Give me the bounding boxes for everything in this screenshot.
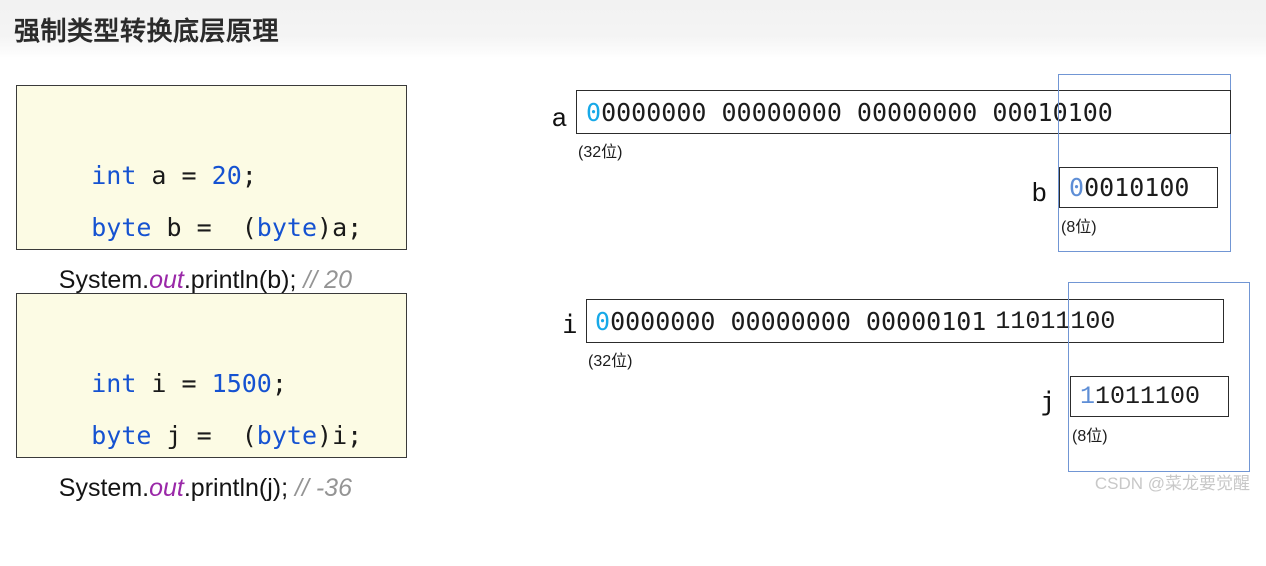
bits-box-j-8: 11011100 (1070, 376, 1229, 417)
bits-box-a-32: 00000000 00000000 00000000 00010100 (576, 90, 1231, 134)
code-token-number: 1500 (211, 369, 272, 398)
highlight-bit: 0 (1069, 173, 1085, 202)
code-line: int a = 20; (31, 98, 392, 190)
code-token-text: ; (271, 369, 287, 398)
bits-box-i-32: 00000000 00000000 00000101 11011100 (586, 299, 1224, 343)
variable-label-b: b (1032, 177, 1047, 207)
bits-rest: 1011100 (1095, 382, 1201, 411)
code-token-text: .println(j); (183, 474, 295, 502)
bit-width-note-j: (8位) (1072, 428, 1108, 445)
code-token-text: System. (58, 266, 150, 294)
bit-width-note-i: (32位) (588, 353, 633, 370)
bits-rest: 0000000 00000000 00000000 00010100 (601, 97, 1113, 127)
code-token-number: 20 (211, 161, 242, 190)
bits-rest: 0010100 (1084, 173, 1190, 202)
bits-value-b: 00010100 (1069, 175, 1189, 200)
highlight-bit: 1 (1080, 382, 1096, 411)
variable-label-a: a (552, 102, 567, 132)
watermark: CSDN @菜龙要觉醒 (1094, 474, 1250, 493)
code-token-text: System. (58, 474, 150, 502)
code-token-keyword: byte (91, 421, 152, 450)
code-line: int i = 1500; (31, 306, 392, 398)
byte-boundary-divider (1068, 299, 1069, 343)
code-token-comment: // 20 (303, 266, 352, 294)
code-token-text: a = (136, 161, 212, 190)
bit-width-note-a: (32位) (578, 144, 623, 161)
highlight-bit: 0 (586, 97, 602, 127)
bits-value-i-groups: 00000000 00000000 00000101 (595, 309, 986, 334)
bit-diagram-int-to-byte-1500: i 00000000 00000000 00000101 11011100 (32… (540, 276, 1250, 476)
variable-label-j: j (1040, 387, 1056, 417)
code-token-keyword: int (91, 161, 137, 190)
code-token-keyword: int (91, 369, 137, 398)
bit-width-note-b: (8位) (1061, 219, 1097, 236)
code-token-keyword: byte (256, 421, 318, 450)
byte-boundary-divider (1058, 90, 1059, 134)
code-token-text: ; (241, 161, 257, 190)
code-token-text: )a; (317, 213, 363, 242)
variable-label-i: i (562, 310, 578, 340)
code-token-text: i = (136, 369, 212, 398)
code-token-comment: // -36 (295, 474, 352, 502)
code-block-2: int i = 1500; byte j = (byte)i; System.o… (16, 293, 407, 502)
bits-value-a: 00000000 00000000 00000000 00010100 (586, 100, 1113, 125)
code-token-text: .println(b); (183, 266, 304, 294)
page-title: 强制类型转换底层原理 (14, 16, 280, 46)
code-token-keyword: byte (256, 213, 318, 242)
highlight-bit: 0 (595, 306, 611, 336)
code-token-text: b = ( (151, 213, 257, 242)
bits-value-j: 11011100 (1080, 384, 1200, 409)
bits-box-b-8: 00010100 (1059, 167, 1218, 208)
code-token-field: out (149, 266, 184, 294)
code-token-text: j = ( (151, 421, 257, 450)
code-block-1: int a = 20; byte b = (byte)a; System.out… (16, 85, 407, 294)
code-token-text: )i; (317, 421, 363, 450)
code-token-keyword: byte (91, 213, 152, 242)
bit-diagram-int-to-byte-20: a 00000000 00000000 00000000 00010100 (3… (540, 66, 1250, 266)
code-token-field: out (149, 474, 184, 502)
bits-value-i-low-byte: 11011100 (995, 306, 1116, 336)
bits-rest: 0000000 00000000 00000101 (610, 306, 987, 336)
